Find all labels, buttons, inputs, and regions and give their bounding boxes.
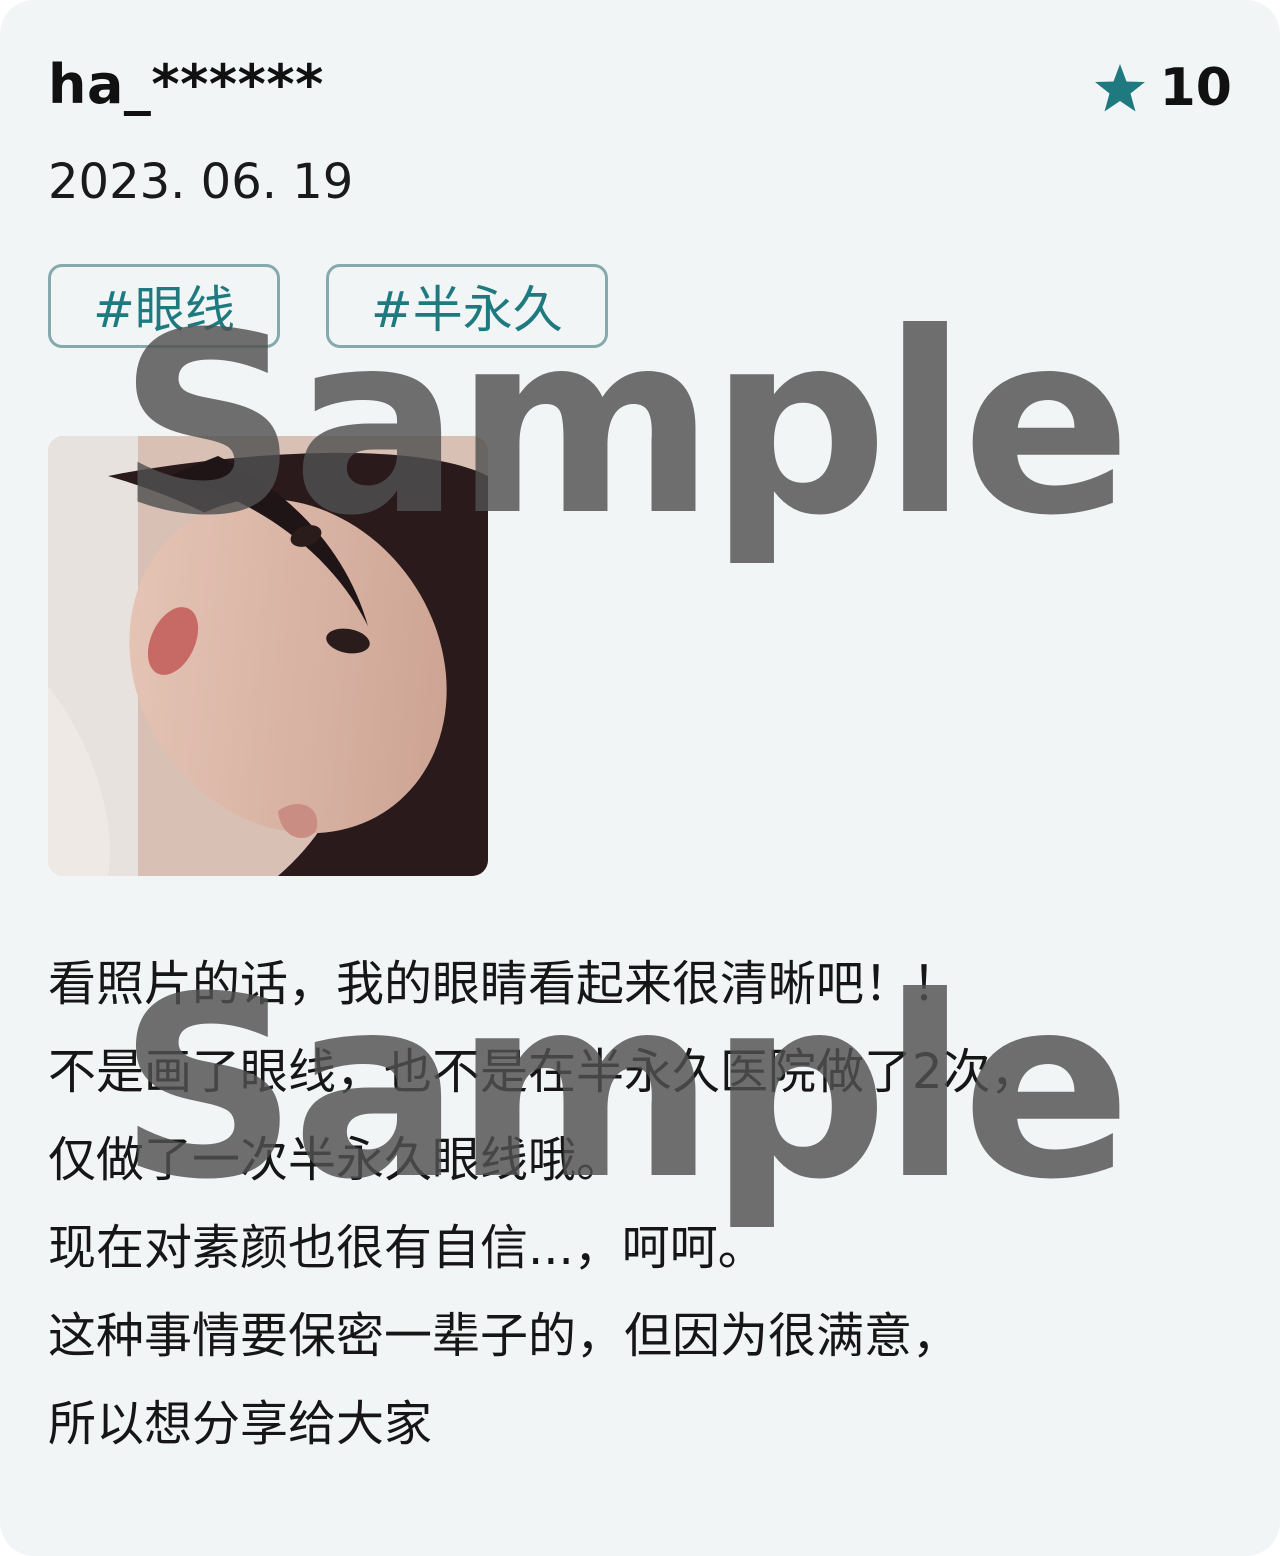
star-icon	[1094, 63, 1146, 113]
review-date: 2023. 06. 19	[48, 154, 354, 210]
review-line: 不是画了眼线，也不是在半永久医院做了2次，	[48, 1044, 1039, 1100]
review-photo[interactable]	[48, 436, 488, 876]
review-line: 所以想分享给大家	[48, 1396, 433, 1452]
review-line: 这种事情要保密一辈子的，但因为很满意，	[48, 1308, 961, 1364]
tag-list: #眼线 #半永久	[48, 264, 608, 348]
review-photo-image	[48, 436, 488, 876]
rating: 10	[1094, 62, 1232, 114]
review-card: ha_****** 2023. 06. 19 10 #眼线 #半永久 看照片的话…	[0, 0, 1280, 1556]
username: ha_******	[48, 53, 324, 116]
review-text: 看照片的话，我的眼睛看起来很清晰吧！！ 不是画了眼线，也不是在半永久医院做了2次…	[48, 940, 1238, 1468]
review-line: 仅做了一次半永久眼线哦。	[48, 1132, 625, 1188]
review-line: 现在对素颜也很有自信...，呵呵。	[48, 1220, 766, 1276]
tag-semi-permanent[interactable]: #半永久	[325, 264, 608, 348]
tag-eyeliner[interactable]: #眼线	[48, 264, 280, 348]
rating-value: 10	[1159, 58, 1232, 118]
review-line: 看照片的话，我的眼睛看起来很清晰吧！！	[48, 956, 961, 1012]
